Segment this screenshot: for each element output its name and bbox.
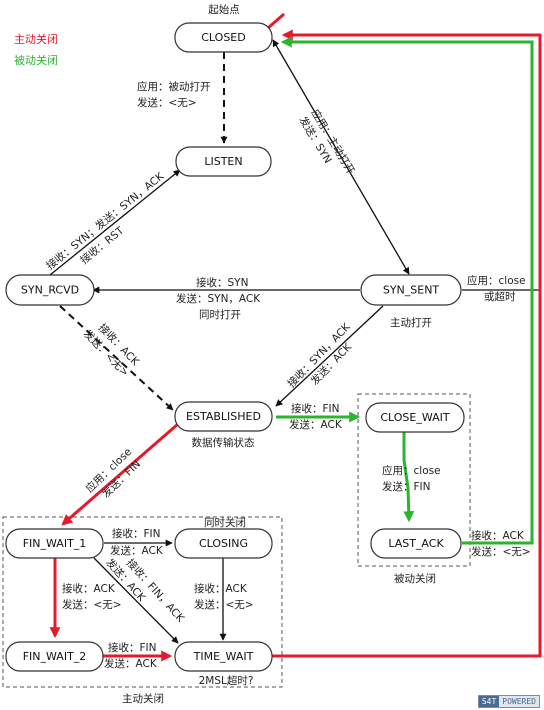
label-synsent-close-2: 或超时 <box>484 290 516 303</box>
label-synrcvd-listen: 接收：SYN；发送：SYN，ACK 接收：RST <box>44 169 167 272</box>
start-point-title: 起始点 <box>208 3 240 16</box>
label-closed-listen-2: 发送：<无> <box>137 96 197 109</box>
label-simul-open-3: 同时打开 <box>199 308 241 321</box>
state-closed: CLOSED <box>174 22 273 53</box>
badge-right: POWERED <box>499 696 539 707</box>
label-simul-open-1: 接收：SYN <box>196 276 248 289</box>
label-finwait2-timewait-1: 接收：FIN <box>108 641 157 654</box>
caption-active-close: 主动关闭 <box>122 692 164 705</box>
state-closed-label: CLOSED <box>201 31 245 44</box>
legend-passive-close: 被动关闭 <box>14 53 58 67</box>
edge-synsent-established <box>275 305 384 407</box>
caption-passive-close: 被动关闭 <box>394 572 436 585</box>
caption-data-transfer: 数据传输状态 <box>192 436 255 449</box>
label-closed-listen-1: 应用：被动打开 <box>137 80 211 93</box>
label-finwait1-timewait: 接收：FIN，ACK 发送：ACK <box>103 556 188 625</box>
label-lastack-closed-2: 发送：<无> <box>471 545 531 558</box>
state-last-ack-label: LAST_ACK <box>388 537 444 550</box>
powered-badge: S4T POWERED <box>477 695 540 708</box>
state-listen: LISTEN <box>175 146 272 177</box>
badge-left: S4T <box>478 696 500 707</box>
state-close-wait-label: CLOSE_WAIT <box>380 411 450 424</box>
state-listen-label: LISTEN <box>204 155 242 168</box>
state-syn-sent-label: SYN_SENT <box>383 284 440 297</box>
state-fin-wait-1: FIN_WAIT_1 <box>5 528 104 559</box>
state-syn-rcvd: SYN_RCVD <box>5 274 95 306</box>
label-closewait-lastack-2: 发送：FIN <box>382 480 431 493</box>
edge-synrcvd-listen <box>49 169 181 276</box>
label-closed-synsent: 应用：主动打开 发送：SYN <box>296 107 357 177</box>
label-finwait2-timewait-2: 发送：ACK <box>104 657 158 670</box>
state-time-wait-label: TIME_WAIT <box>193 650 254 663</box>
svg-text:接收：SYN；发送：SYN，ACK: 接收：SYN；发送：SYN，ACK <box>44 169 167 272</box>
label-closewait-lastack-1: 应用：close <box>382 464 441 477</box>
legend-active-close: 主动关闭 <box>14 32 58 46</box>
state-close-wait: CLOSE_WAIT <box>365 402 465 433</box>
caption-simul-close: 同时关闭 <box>204 516 246 529</box>
label-simul-open-2: 发送：SYN，ACK <box>176 292 261 305</box>
label-finwait1-finwait2-2: 发送：<无> <box>62 598 122 611</box>
state-last-ack: LAST_ACK <box>370 528 462 559</box>
label-synsent-close-1: 应用：close <box>467 274 526 287</box>
state-syn-rcvd-label: SYN_RCVD <box>21 284 79 297</box>
red-accent-stroke <box>267 12 285 30</box>
label-lastack-closed-1: 接收：ACK <box>471 529 525 542</box>
label-finwait1-finwait2-1: 接收：ACK <box>62 582 116 595</box>
label-closing-timewait-1: 接收：ACK <box>194 582 248 595</box>
state-fin-wait-2: FIN_WAIT_2 <box>5 641 104 672</box>
state-closing-label: CLOSING <box>199 537 248 550</box>
label-finwait1-closing-2: 发送：ACK <box>110 544 164 557</box>
state-closing: CLOSING <box>174 528 273 559</box>
label-finwait1-closing-1: 接收：FIN <box>112 527 161 540</box>
state-fin-wait-1-label: FIN_WAIT_1 <box>23 537 87 550</box>
state-fin-wait-2-label: FIN_WAIT_2 <box>23 650 87 663</box>
tcp-state-diagram: 主动关闭 被动关闭 CLOSED LISTEN SYN_RCVD SYN_SEN… <box>2 3 542 705</box>
label-est-closewait-2: 发送：ACK <box>289 418 343 431</box>
state-time-wait: TIME_WAIT <box>174 641 273 672</box>
state-established: ESTABLISHED <box>174 401 273 432</box>
state-established-label: ESTABLISHED <box>186 410 261 423</box>
label-closing-timewait-2: 发送：<无> <box>194 598 254 611</box>
label-synrcvd-established: 接收：ACK 发送：<无> <box>81 321 143 379</box>
label-est-closewait-1: 接收：FIN <box>291 402 340 415</box>
state-syn-sent: SYN_SENT <box>360 274 462 306</box>
caption-active-open: 主动打开 <box>390 316 432 329</box>
caption-2msl-timeout: 2MSL超时? <box>199 674 254 687</box>
